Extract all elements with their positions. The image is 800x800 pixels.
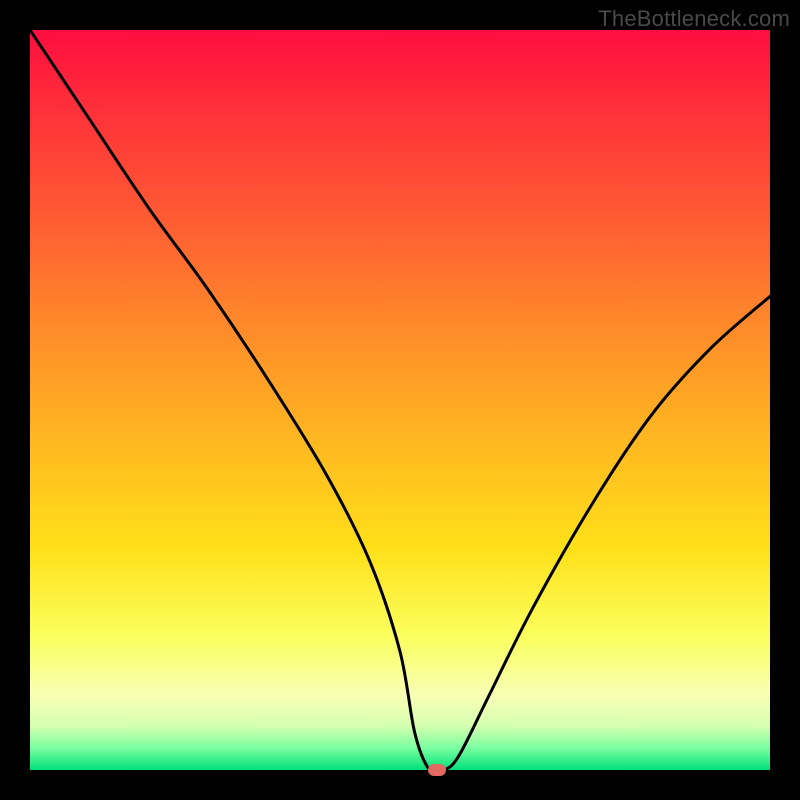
bottleneck-curve xyxy=(30,30,770,770)
minimum-marker xyxy=(428,764,446,776)
plot-area xyxy=(30,30,770,770)
watermark-text: TheBottleneck.com xyxy=(598,6,790,32)
chart-frame: TheBottleneck.com xyxy=(0,0,800,800)
